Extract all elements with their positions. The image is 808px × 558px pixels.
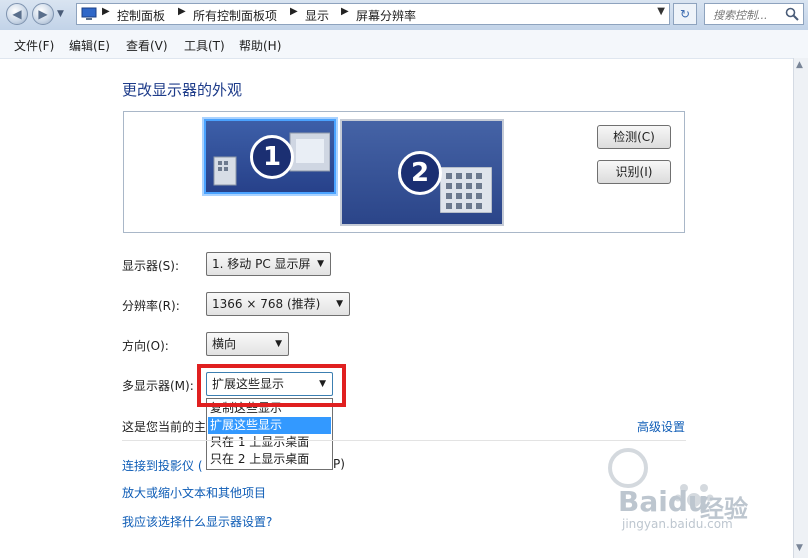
connect-projector-shortcut: P) [333,457,345,471]
recent-pages-icon[interactable]: ▼ [57,9,64,19]
monitor-2-desktop-icon [440,167,492,213]
menu-file[interactable]: 文件(F) [14,37,54,54]
breadcrumb-resolution[interactable]: 屏幕分辨率 [356,7,416,24]
search-box[interactable] [704,3,804,25]
dropdown-option-extend[interactable]: 扩展这些显示 [208,417,331,434]
breadcrumb-display[interactable]: 显示 [305,7,329,24]
annotation-highlight-box [197,364,346,407]
address-bar[interactable]: ▶ 控制面板 ▶ 所有控制面板项 ▶ 显示 ▶ 屏幕分辨率 ▼ [76,3,670,25]
resolution-select-value: 1366 × 768 (推荐) [212,297,321,311]
scroll-down-icon[interactable]: ▼ [796,543,803,553]
display-settings-help-link[interactable]: 我应该选择什么显示器设置? [122,513,272,530]
dropdown-option-only-1[interactable]: 只在 1 上显示桌面 [208,434,331,451]
control-panel-icon [81,7,97,20]
vertical-scrollbar[interactable] [793,58,808,558]
watermark-url-text: jingyan.baidu.com [622,517,733,531]
text-size-link[interactable]: 放大或缩小文本和其他项目 [122,484,266,501]
display-select[interactable]: 1. 移动 PC 显示屏 ▼ [206,252,331,276]
refresh-button[interactable]: ↻ [673,3,697,25]
orientation-select-value: 横向 [212,337,237,351]
orientation-label: 方向(O): [122,339,169,353]
forward-button[interactable]: ▶ [32,3,54,25]
menu-view[interactable]: 查看(V) [126,37,168,54]
identify-button[interactable]: 识别(I) [597,160,671,184]
breadcrumb-separator-icon: ▶ [178,6,186,17]
breadcrumb-separator-icon: ▶ [341,6,349,17]
breadcrumb-control-panel[interactable]: 控制面板 [117,7,165,24]
resolution-select[interactable]: 1366 × 768 (推荐) ▼ [206,292,350,316]
orientation-select[interactable]: 横向 ▼ [206,332,289,356]
menu-tools[interactable]: 工具(T) [184,37,225,54]
multiple-displays-label: 多显示器(M): [122,379,194,393]
display-label: 显示器(S): [122,259,180,273]
monitor-2-number: 2 [398,151,442,195]
monitor-1-number: 1 [250,135,294,179]
breadcrumb-separator-icon: ▶ [290,6,298,17]
menu-bar: 文件(F) 编辑(E) 查看(V) 工具(T) 帮助(H) [0,30,808,59]
dropdown-option-only-2[interactable]: 只在 2 上显示桌面 [208,451,331,468]
detect-button[interactable]: 检测(C) [597,125,671,149]
address-dropdown-icon[interactable]: ▼ [657,6,665,17]
search-input[interactable] [711,5,793,25]
breadcrumb-all-items[interactable]: 所有控制面板项 [193,7,277,24]
search-icon[interactable] [784,6,800,22]
watermark-brand-text: Baidu [618,485,708,518]
primary-display-info-text: 这是您当前的主 [122,420,207,434]
multiple-displays-dropdown: 复制这些显示 扩展这些显示 只在 1 上显示桌面 只在 2 上显示桌面 [206,398,333,470]
resolution-label: 分辨率(R): [122,299,180,313]
chevron-down-icon: ▼ [336,299,343,309]
chevron-down-icon: ▼ [275,339,282,349]
advanced-settings-link[interactable]: 高级设置 [637,418,685,435]
connect-projector-link[interactable]: 连接到投影仪 ( [122,457,203,474]
back-button[interactable]: ◀ [6,3,28,25]
monitor-2[interactable]: 2 [340,119,504,226]
menu-help[interactable]: 帮助(H) [239,37,281,54]
menu-edit[interactable]: 编辑(E) [69,37,110,54]
breadcrumb-separator-icon: ▶ [102,6,110,17]
display-select-value: 1. 移动 PC 显示屏 [212,257,311,271]
monitor-1[interactable]: 1 [204,119,336,194]
chevron-down-icon: ▼ [317,259,324,269]
page-title: 更改显示器的外观 [122,81,243,99]
title-bar: ◀ ▶ ▼ ▶ 控制面板 ▶ 所有控制面板项 ▶ 显示 ▶ 屏幕分辨率 ▼ ↻ [0,0,808,30]
scroll-up-icon[interactable]: ▲ [796,60,803,70]
